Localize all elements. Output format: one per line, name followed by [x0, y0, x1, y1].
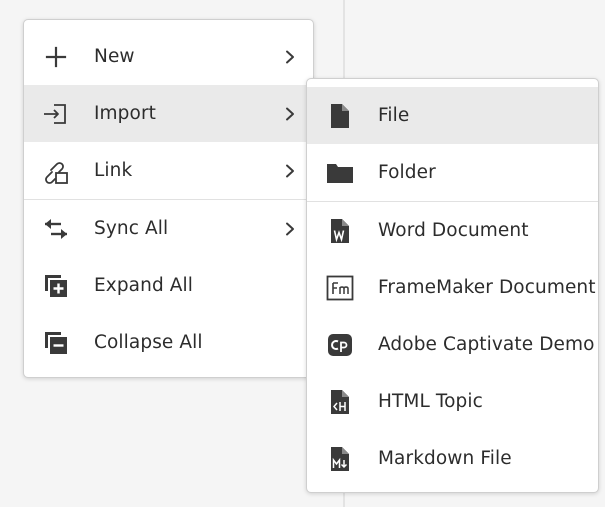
submenu-item-label: Markdown File: [378, 448, 512, 469]
collapse-all-icon: [42, 329, 70, 357]
submenu-item-label: HTML Topic: [378, 391, 483, 412]
import-icon: [42, 100, 70, 128]
chevron-right-icon: [283, 107, 297, 121]
word-document-icon: [326, 217, 354, 245]
submenu-item-framemaker-document[interactable]: FrameMaker Document: [307, 259, 598, 316]
submenu-item-markdown-file[interactable]: Markdown File: [307, 430, 598, 487]
menu-item-label: Import: [94, 103, 156, 124]
chevron-right-icon: [283, 50, 297, 64]
menu-item-label: Collapse All: [94, 332, 203, 353]
submenu-item-word-document[interactable]: Word Document: [307, 202, 598, 259]
link-icon: [42, 157, 70, 185]
file-icon: [326, 102, 354, 130]
expand-all-icon: [42, 272, 70, 300]
chevron-right-icon: [283, 164, 297, 178]
plus-icon: [42, 43, 70, 71]
folder-icon: [326, 159, 354, 187]
menu-item-link[interactable]: Link: [24, 142, 313, 199]
context-menu: New Import Link Sync All Expand All Coll…: [23, 19, 314, 378]
menu-item-label: Link: [94, 160, 133, 181]
sync-icon: [42, 215, 70, 243]
menu-item-sync-all[interactable]: Sync All: [24, 200, 313, 257]
chevron-right-icon: [283, 222, 297, 236]
framemaker-icon: [326, 274, 354, 302]
menu-item-import[interactable]: Import: [24, 85, 313, 142]
menu-item-label: New: [94, 46, 135, 67]
menu-item-new[interactable]: New: [24, 28, 313, 85]
menu-item-label: Expand All: [94, 275, 194, 296]
submenu-item-file[interactable]: File: [307, 87, 598, 144]
submenu-item-folder[interactable]: Folder: [307, 144, 598, 201]
submenu-item-adobe-captivate-demo[interactable]: Adobe Captivate Demo: [307, 316, 598, 373]
captivate-icon: [326, 331, 354, 359]
menu-item-label: Sync All: [94, 218, 169, 239]
menu-item-expand-all[interactable]: Expand All: [24, 257, 313, 314]
submenu-item-label: Word Document: [378, 220, 529, 241]
import-submenu: File Folder Word Document FrameMaker Doc…: [306, 78, 599, 493]
submenu-item-label: Adobe Captivate Demo: [378, 334, 595, 355]
submenu-item-html-topic[interactable]: HTML Topic: [307, 373, 598, 430]
menu-item-collapse-all[interactable]: Collapse All: [24, 314, 313, 371]
markdown-file-icon: [326, 445, 354, 473]
submenu-item-label: FrameMaker Document: [378, 277, 596, 298]
submenu-item-label: File: [378, 105, 410, 126]
submenu-item-label: Folder: [378, 162, 436, 183]
html-topic-icon: [326, 388, 354, 416]
